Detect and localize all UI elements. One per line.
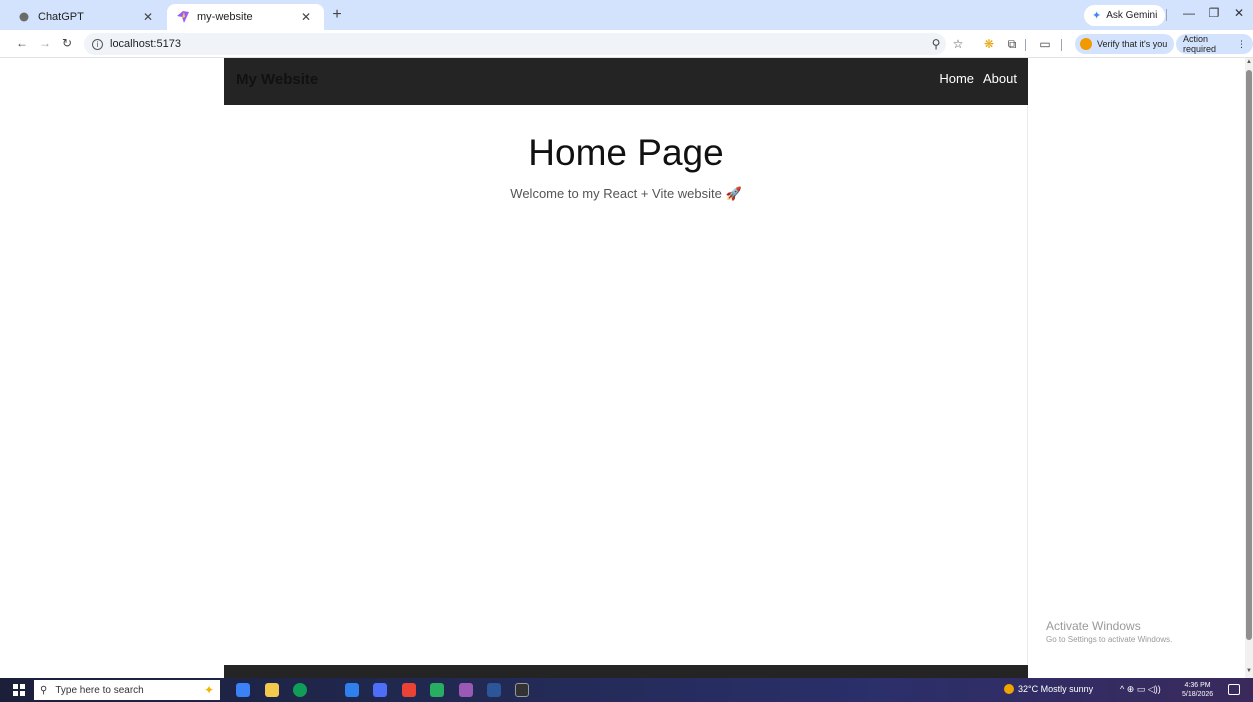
search-icon: ⚲	[40, 684, 48, 696]
search-placeholder: Type here to search	[55, 684, 144, 696]
tab-title: ChatGPT	[38, 11, 84, 23]
site-navbar: My Website Home About	[224, 58, 1028, 105]
close-icon[interactable]: ✕	[298, 10, 314, 24]
scroll-up-arrow-icon[interactable]: ▲	[1245, 59, 1253, 67]
vite-icon	[177, 11, 189, 23]
notepad-icon[interactable]	[430, 683, 444, 697]
nav-link-home[interactable]: Home	[939, 71, 974, 86]
notification-icon[interactable]	[1228, 684, 1240, 695]
verify-identity-button[interactable]: Verify that it's you	[1075, 34, 1175, 54]
windows-taskbar: ⚲ Type here to search ✦ 32°C Mostly sunn…	[0, 678, 1253, 702]
chrome-icon[interactable]	[402, 683, 416, 697]
verify-label: Verify that it's you	[1097, 39, 1168, 49]
site-info-icon[interactable]: i	[92, 38, 103, 50]
weather-widget[interactable]: 32°C Mostly sunny	[1004, 684, 1093, 694]
divider	[1061, 39, 1062, 51]
page-title: Home Page	[528, 132, 724, 173]
new-tab-button[interactable]: +	[328, 6, 346, 24]
gemini-sparkle-icon: ✦	[1092, 10, 1102, 22]
forward-arrow-icon[interactable]: →	[37, 35, 53, 51]
tab-chatgpt[interactable]: ChatGPT ✕	[8, 4, 166, 30]
zoom-icon[interactable]: ⚲	[928, 36, 944, 52]
weather-sun-icon	[1004, 684, 1014, 694]
browser-toolbar: ← → ↻ i localhost:5173 ⚲ ☆ ❋ ⧉ ▭ Verify …	[0, 30, 1253, 58]
page-viewport: My Website Home About Home Page Welcome …	[0, 58, 1245, 678]
word-icon[interactable]	[487, 683, 501, 697]
scroll-down-arrow-icon[interactable]: ▼	[1245, 668, 1253, 676]
watermark-subtitle: Go to Settings to activate Windows.	[1046, 635, 1173, 644]
minimize-icon[interactable]: —	[1178, 6, 1200, 20]
restore-icon[interactable]: ❐	[1203, 6, 1225, 20]
system-tray-icons[interactable]: ^ ⊕ ▭ ◁))	[1120, 684, 1161, 695]
tab-strip: ChatGPT ✕ my-website ✕ + ✦ Ask Gemini — …	[0, 0, 1253, 30]
divider	[1025, 39, 1026, 51]
vertical-scrollbar[interactable]: ▲ ▼	[1245, 58, 1253, 678]
copilot-icon[interactable]	[236, 683, 250, 697]
terminal-icon[interactable]	[515, 683, 529, 697]
clock-time: 4:36 PM	[1184, 682, 1211, 689]
store-icon[interactable]	[373, 683, 387, 697]
close-icon[interactable]: ✕	[140, 10, 156, 24]
site-brand[interactable]: My Website	[236, 71, 318, 88]
edge-icon[interactable]	[293, 683, 307, 697]
reading-mode-icon[interactable]: ▭	[1037, 36, 1053, 52]
address-text: localhost:5173	[110, 38, 181, 50]
clock-date: 5/18/2026	[1182, 691, 1214, 698]
extension-icon[interactable]: ❋	[981, 36, 997, 52]
site-footer	[224, 665, 1028, 678]
back-arrow-icon[interactable]: ←	[14, 35, 30, 51]
site-nav-links: Home About	[939, 71, 1017, 86]
windows-start-icon[interactable]	[13, 684, 25, 696]
page-subtitle: Welcome to my React + Vite website 🚀	[510, 186, 742, 201]
tab-title: my-website	[197, 11, 253, 23]
taskbar-clock[interactable]: 4:36 PM 5/18/2026	[1182, 681, 1213, 699]
extensions-puzzle-icon[interactable]: ⧉	[1004, 36, 1020, 52]
outlook-icon[interactable]	[345, 683, 359, 697]
ask-gemini-label: Ask Gemini	[1106, 10, 1158, 21]
profile-avatar-icon	[1080, 38, 1092, 50]
divider	[1166, 9, 1167, 21]
scroll-thumb[interactable]	[1246, 70, 1252, 640]
nav-link-about[interactable]: About	[983, 71, 1017, 86]
chatgpt-icon	[18, 11, 30, 23]
close-window-icon[interactable]: ✕	[1228, 6, 1250, 20]
search-highlight-icon: ✦	[203, 683, 214, 697]
action-required-button[interactable]: Action required ⋮	[1176, 34, 1253, 54]
bookmark-star-icon[interactable]: ☆	[950, 36, 966, 52]
website-container: My Website Home About Home Page Welcome …	[224, 58, 1028, 678]
tab-my-website[interactable]: my-website ✕	[167, 4, 324, 30]
activate-windows-watermark: Activate Windows Go to Settings to activ…	[1046, 619, 1172, 644]
reload-icon[interactable]: ↻	[59, 35, 75, 51]
watermark-title: Activate Windows	[1046, 619, 1141, 633]
weather-text: 32°C Mostly sunny	[1018, 684, 1094, 694]
kebab-menu-icon: ⋮	[1237, 38, 1246, 49]
address-bar[interactable]: i localhost:5173	[84, 33, 946, 55]
file-explorer-icon[interactable]	[265, 683, 279, 697]
taskbar-search-box[interactable]: ⚲ Type here to search ✦	[34, 680, 220, 700]
action-required-label: Action required	[1183, 34, 1217, 54]
ask-gemini-button[interactable]: ✦ Ask Gemini	[1084, 5, 1166, 26]
paint-icon[interactable]	[459, 683, 473, 697]
